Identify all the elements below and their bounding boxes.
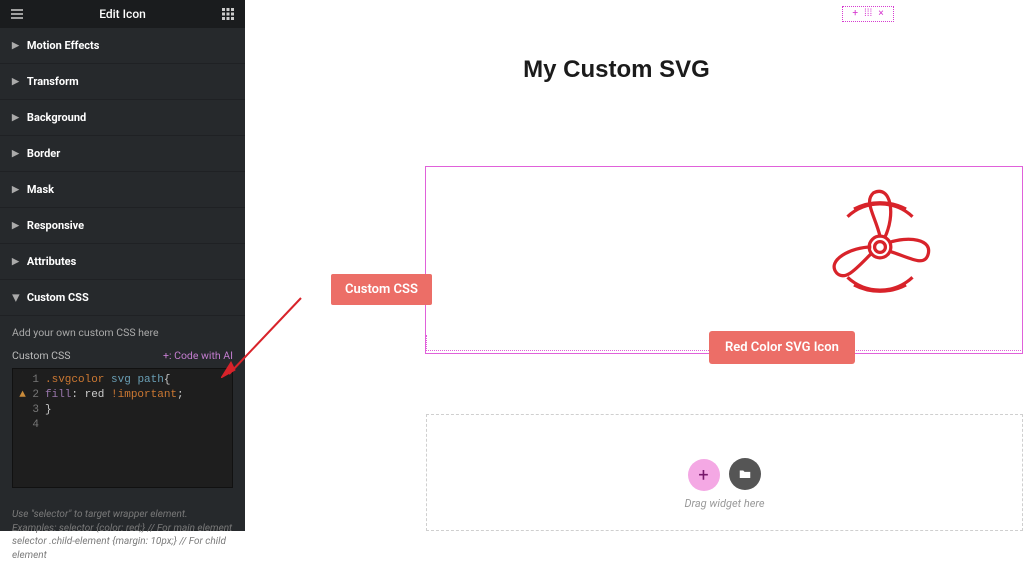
accordion-custom-css[interactable]: ▶ Custom CSS [0,280,245,316]
red-color-svg-button[interactable]: Red Color SVG Icon [709,331,855,364]
css-field-label: Custom CSS [12,349,70,362]
caret-down-icon: ▶ [10,294,20,301]
add-section-icon[interactable]: + [852,9,858,19]
caret-right-icon: ▶ [12,185,19,195]
accordion-motion-effects[interactable]: ▶ Motion Effects [0,28,245,64]
caret-right-icon: ▶ [12,77,19,87]
hamburger-icon[interactable] [10,7,24,21]
custom-css-callout: Custom CSS [331,274,432,305]
section-edit-toolbar: + ⁞⁞⁞ × [842,6,894,22]
accordion-label: Background [27,111,86,124]
accordion-label: Custom CSS [27,291,89,304]
add-widget-button[interactable]: + [688,459,720,491]
accordion-background[interactable]: ▶ Background [0,100,245,136]
accordion-border[interactable]: ▶ Border [0,136,245,172]
accordion-mask[interactable]: ▶ Mask [0,172,245,208]
editor-sidebar: Edit Icon ▶ Motion Effects ▶ Transform ▶ Ba… [0,0,245,531]
warning-icon: ▲ [19,389,26,401]
accordion-transform[interactable]: ▶ Transform [0,64,245,100]
accordion-label: Responsive [27,219,84,232]
editor-canvas: + ⁞⁞⁞ × My Custom SVG Custom CSS Red Col… [245,0,1024,531]
caret-right-icon: ▶ [12,257,19,267]
accordion-label: Mask [27,183,54,196]
accordion-label: Transform [27,75,79,88]
code-with-ai-button[interactable]: +: Code with AI [163,349,233,362]
accordion-label: Motion Effects [27,39,99,52]
drag-handle-icon[interactable]: ⁞⁞⁞ [864,9,872,19]
css-help-text: Use "selector" to target wrapper element… [0,498,245,562]
panel-title: Edit Icon [99,7,146,21]
accordion-responsive[interactable]: ▶ Responsive [0,208,245,244]
css-label-row: Custom CSS +: Code with AI [12,349,233,362]
caret-right-icon: ▶ [12,149,19,159]
custom-css-panel: Add your own custom CSS here Custom CSS … [0,316,245,498]
accordion-label: Border [27,147,60,160]
close-section-icon[interactable]: × [878,9,883,19]
css-code-editor[interactable]: 1.svgcolor svg path{ ▲ 2fill: red !impor… [12,368,233,488]
svg-propeller-icon[interactable] [815,182,945,312]
drag-widget-text: Drag widget here [427,497,1022,510]
caret-right-icon: ▶ [12,41,19,51]
widget-drop-area[interactable]: + Drag widget here [426,414,1023,531]
folder-button[interactable] [729,458,761,490]
css-description: Add your own custom CSS here [12,326,233,339]
accordion-attributes[interactable]: ▶ Attributes [0,244,245,280]
page-heading: My Custom SVG [245,56,988,84]
accordion-label: Attributes [27,255,76,268]
apps-grid-icon[interactable] [221,7,235,21]
caret-right-icon: ▶ [12,221,19,231]
sidebar-header: Edit Icon [0,0,245,28]
caret-right-icon: ▶ [12,113,19,123]
